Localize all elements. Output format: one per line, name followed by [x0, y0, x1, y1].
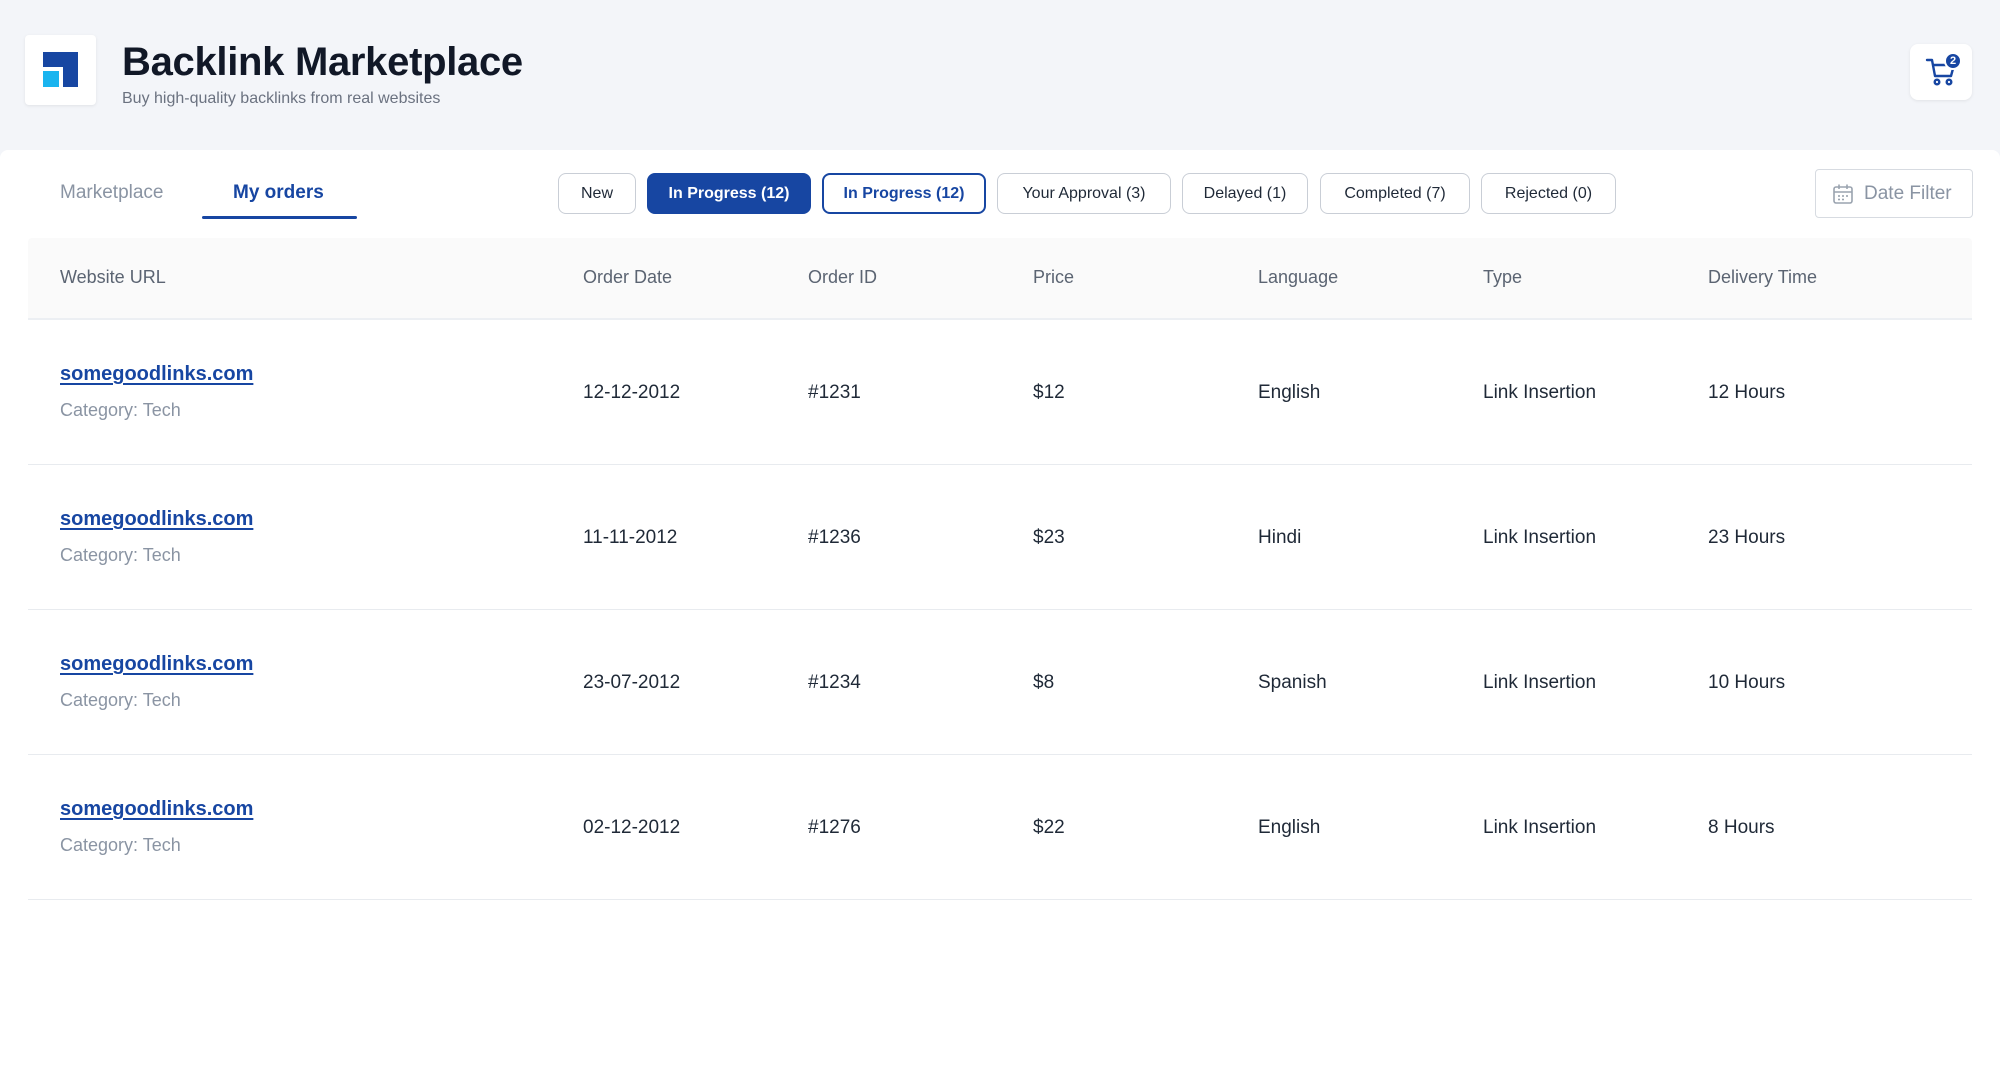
active-tab-indicator — [202, 216, 357, 219]
order-type: Link Insertion — [1483, 817, 1597, 838]
order-type: Link Insertion — [1483, 672, 1597, 693]
table-row[interactable]: somegoodlinks.com Category: Tech 23-07-2… — [28, 610, 1972, 755]
filter-your-approval[interactable]: Your Approval (3) — [997, 173, 1171, 214]
column-header-order-id: Order ID — [808, 267, 878, 287]
table-header: Website URL Order Date Order ID Price La… — [28, 238, 1972, 320]
website-link[interactable]: somegoodlinks.com — [60, 363, 253, 386]
website-category: Category: Tech — [60, 690, 181, 710]
tab-marketplace[interactable]: Marketplace — [60, 182, 164, 204]
order-date: 11-11-2012 — [583, 527, 678, 548]
website-category: Category: Tech — [60, 400, 181, 420]
order-date: 12-12-2012 — [583, 382, 681, 403]
order-delivery-time: 10 Hours — [1708, 672, 1786, 693]
tab-my-orders[interactable]: My orders — [233, 182, 324, 204]
column-header-website-url: Website URL — [60, 267, 166, 287]
order-price: $23 — [1033, 527, 1065, 548]
order-type: Link Insertion — [1483, 527, 1597, 548]
order-type: Link Insertion — [1483, 382, 1597, 403]
filter-delayed[interactable]: Delayed (1) — [1182, 173, 1308, 214]
order-language: Hindi — [1258, 527, 1302, 548]
order-price: $12 — [1033, 382, 1065, 403]
column-header-delivery-time: Delivery Time — [1708, 267, 1818, 287]
cart-button[interactable]: 2 — [1910, 44, 1972, 100]
filter-in-progress-active[interactable]: In Progress (12) — [647, 173, 811, 214]
filter-completed[interactable]: Completed (7) — [1320, 173, 1470, 214]
order-id: #1231 — [808, 382, 861, 403]
column-header-order-date: Order Date — [583, 267, 673, 287]
date-filter-label: Date Filter — [1864, 182, 1952, 204]
order-language: Spanish — [1258, 672, 1327, 693]
orders-table: Website URL Order Date Order ID Price La… — [28, 238, 1972, 900]
table-row[interactable]: somegoodlinks.com Category: Tech 11-11-2… — [28, 465, 1972, 610]
table-row[interactable]: somegoodlinks.com Category: Tech 12-12-2… — [28, 320, 1972, 465]
date-filter-button[interactable]: Date Filter — [1815, 169, 1973, 218]
column-header-language: Language — [1258, 267, 1339, 287]
website-link[interactable]: somegoodlinks.com — [60, 798, 253, 821]
logo-icon — [43, 52, 78, 87]
order-language: English — [1258, 382, 1321, 403]
order-date: 02-12-2012 — [583, 817, 681, 838]
app-header: Backlink Marketplace Buy high-quality ba… — [0, 0, 2000, 150]
order-id: #1234 — [808, 672, 861, 693]
order-price: $22 — [1033, 817, 1065, 838]
app-logo[interactable] — [25, 35, 96, 105]
filter-rejected[interactable]: Rejected (0) — [1481, 173, 1616, 214]
website-category: Category: Tech — [60, 835, 181, 855]
table-row[interactable]: somegoodlinks.com Category: Tech 02-12-2… — [28, 755, 1972, 900]
order-delivery-time: 8 Hours — [1708, 817, 1775, 838]
order-delivery-time: 23 Hours — [1708, 527, 1786, 548]
column-header-type: Type — [1483, 267, 1523, 287]
order-id: #1236 — [808, 527, 861, 548]
order-language: English — [1258, 817, 1321, 838]
website-link[interactable]: somegoodlinks.com — [60, 508, 253, 531]
filter-new[interactable]: New — [558, 173, 636, 214]
order-price: $8 — [1033, 672, 1055, 693]
order-delivery-time: 12 Hours — [1708, 382, 1786, 403]
filter-in-progress[interactable]: In Progress (12) — [822, 173, 986, 214]
column-header-price: Price — [1033, 267, 1075, 287]
calendar-icon — [1833, 184, 1853, 204]
page-title: Backlink Marketplace — [122, 40, 523, 84]
website-link[interactable]: somegoodlinks.com — [60, 653, 253, 676]
order-date: 23-07-2012 — [583, 672, 681, 693]
orders-panel: Marketplace My orders New In Progress (1… — [0, 150, 2000, 1085]
cart-count-badge: 2 — [1944, 52, 1962, 70]
website-category: Category: Tech — [60, 545, 181, 565]
order-id: #1276 — [808, 817, 861, 838]
page-subtitle: Buy high-quality backlinks from real web… — [122, 90, 441, 107]
